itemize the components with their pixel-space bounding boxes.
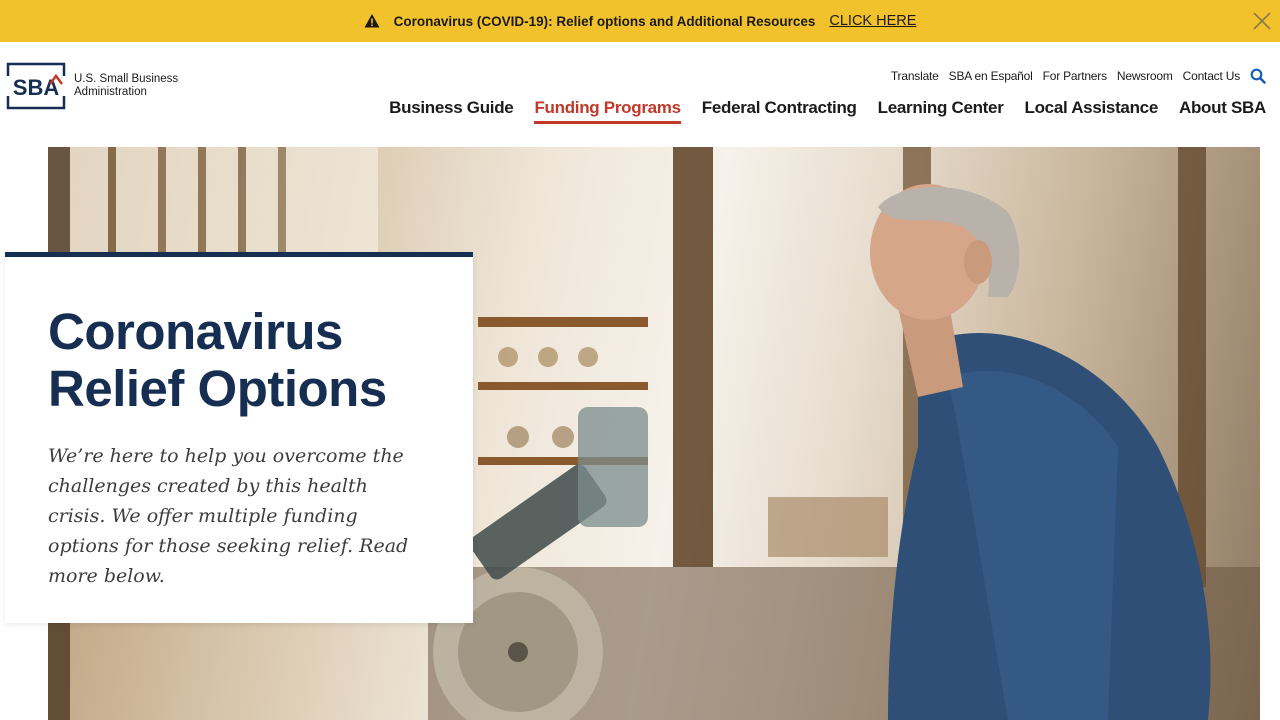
nav-local-assistance[interactable]: Local Assistance: [1025, 98, 1159, 121]
utility-nav: Translate SBA en Español For Partners Ne…: [881, 68, 1266, 84]
main-nav: Business Guide Funding Programs Federal …: [368, 98, 1266, 124]
utility-link-newsroom[interactable]: Newsroom: [1117, 69, 1173, 83]
nav-federal-contracting[interactable]: Federal Contracting: [702, 98, 857, 121]
warning-icon: [364, 13, 380, 29]
alert-message: Coronavirus (COVID-19): Relief options a…: [393, 13, 816, 29]
nav-learning-center[interactable]: Learning Center: [878, 98, 1004, 121]
utility-link-translate[interactable]: Translate: [891, 69, 939, 83]
alert-banner: Coronavirus (COVID-19): Relief options a…: [0, 0, 1280, 42]
sba-logo[interactable]: SBA U.S. Small Business Administration: [6, 62, 178, 110]
logo-text: U.S. Small Business Administration: [74, 73, 178, 99]
alert-click-here-link[interactable]: CLICK HERE: [829, 13, 916, 29]
alert-content: Coronavirus (COVID-19): Relief options a…: [364, 13, 916, 29]
logo-letters: SBA: [13, 75, 60, 100]
close-icon[interactable]: [1252, 11, 1272, 31]
logo-line-2: Administration: [74, 86, 147, 98]
utility-link-contact[interactable]: Contact Us: [1183, 69, 1241, 83]
utility-link-espanol[interactable]: SBA en Español: [949, 69, 1033, 83]
hero-title: Coronavirus Relief Options: [48, 303, 387, 417]
utility-link-partners[interactable]: For Partners: [1043, 69, 1107, 83]
logo-line-1: U.S. Small Business: [74, 73, 179, 85]
nav-about-sba[interactable]: About SBA: [1179, 98, 1266, 121]
hero-card: Coronavirus Relief Options We’re here to…: [5, 252, 473, 623]
nav-business-guide[interactable]: Business Guide: [389, 98, 514, 121]
hero-description: We’re here to help you overcome the chal…: [48, 445, 409, 587]
nav-funding-programs[interactable]: Funding Programs: [534, 98, 681, 124]
search-icon[interactable]: [1250, 68, 1266, 84]
site-header: SBA U.S. Small Business Administration T…: [0, 42, 1280, 147]
sba-logo-mark: SBA: [6, 62, 66, 110]
